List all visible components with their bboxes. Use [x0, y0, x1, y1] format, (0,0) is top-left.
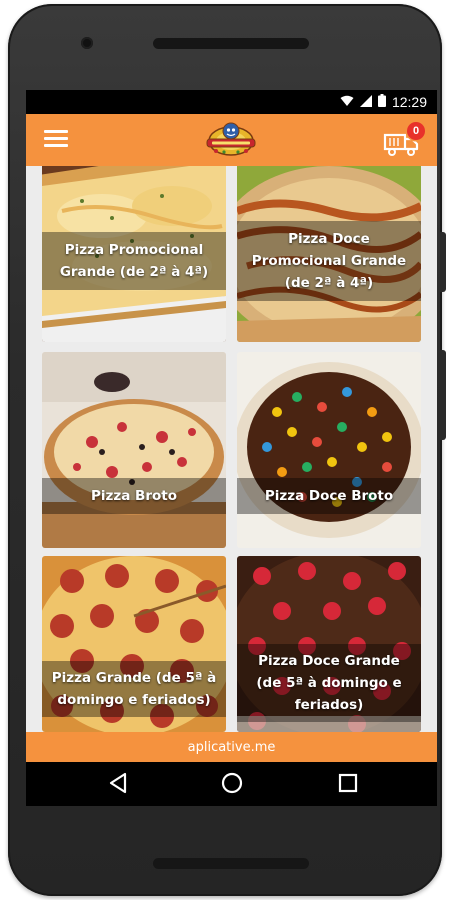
power-button — [440, 350, 446, 440]
front-camera — [81, 37, 93, 49]
product-title: Pizza Broto — [91, 488, 177, 504]
product-card[interactable]: Pizza Doce Broto — [237, 352, 421, 548]
top-speaker — [153, 38, 309, 49]
wifi-icon — [340, 94, 354, 110]
volume-button — [440, 232, 446, 292]
pizza-doce-broto-image — [237, 352, 421, 548]
product-title-overlay: Pizza Grande (de 5ª à domingo e feriados… — [42, 661, 226, 717]
product-title-overlay: Pizza Doce Broto — [237, 478, 421, 514]
product-card[interactable]: Pizza Doce Grande (de 5ª à domingo e fer… — [237, 556, 421, 732]
signal-icon — [359, 94, 372, 110]
product-card[interactable]: Pizza Broto — [42, 352, 226, 548]
cart-count-badge: 0 — [407, 122, 425, 140]
product-title: Pizza Doce Broto — [264, 488, 394, 504]
bottom-speaker — [153, 858, 309, 869]
product-title: Pizza Promocional Grande (de 2ª à 4ª) — [59, 242, 209, 280]
home-icon[interactable] — [220, 771, 244, 799]
status-bar: 12:29 — [26, 90, 437, 114]
product-title: Pizza Doce Promocional Grande (de 2ª à 4… — [251, 231, 407, 291]
restaurant-logo — [202, 120, 260, 160]
hamburger-menu-icon[interactable] — [44, 129, 68, 149]
recents-icon[interactable] — [338, 773, 358, 797]
pizza-broto-image — [42, 352, 226, 548]
product-title-overlay: Pizza Doce Promocional Grande (de 2ª à 4… — [237, 221, 421, 301]
android-nav-bar — [26, 762, 437, 806]
footer-link[interactable]: aplicative.me — [188, 740, 276, 755]
product-card[interactable]: Pizza Grande (de 5ª à domingo e feriados… — [42, 556, 226, 732]
battery-icon — [377, 94, 386, 110]
status-time: 12:29 — [391, 94, 427, 110]
app-bar: 0 — [26, 114, 437, 166]
device-screen: 12:29 0 Pizza Promocional Grande (de 2ª … — [26, 90, 437, 806]
phone-frame: 12:29 0 Pizza Promocional Grande (de 2ª … — [8, 4, 442, 896]
product-card[interactable]: Pizza Doce Promocional Grande (de 2ª à 4… — [237, 166, 421, 342]
product-card[interactable]: Pizza Promocional Grande (de 2ª à 4ª) — [42, 166, 226, 342]
delivery-truck-icon[interactable]: 0 — [383, 122, 425, 158]
product-title-overlay: Pizza Promocional Grande (de 2ª à 4ª) — [42, 232, 226, 290]
back-icon[interactable] — [108, 772, 128, 798]
product-grid: Pizza Promocional Grande (de 2ª à 4ª) Pi… — [26, 166, 437, 732]
product-title-overlay: Pizza Doce Grande (de 5ª à domingo e fer… — [237, 644, 421, 722]
product-title: Pizza Grande (de 5ª à domingo e feriados… — [51, 670, 217, 708]
footer-bar[interactable]: aplicative.me — [26, 732, 437, 762]
product-title: Pizza Doce Grande (de 5ª à domingo e fer… — [256, 653, 402, 713]
product-title-overlay: Pizza Broto — [42, 478, 226, 514]
